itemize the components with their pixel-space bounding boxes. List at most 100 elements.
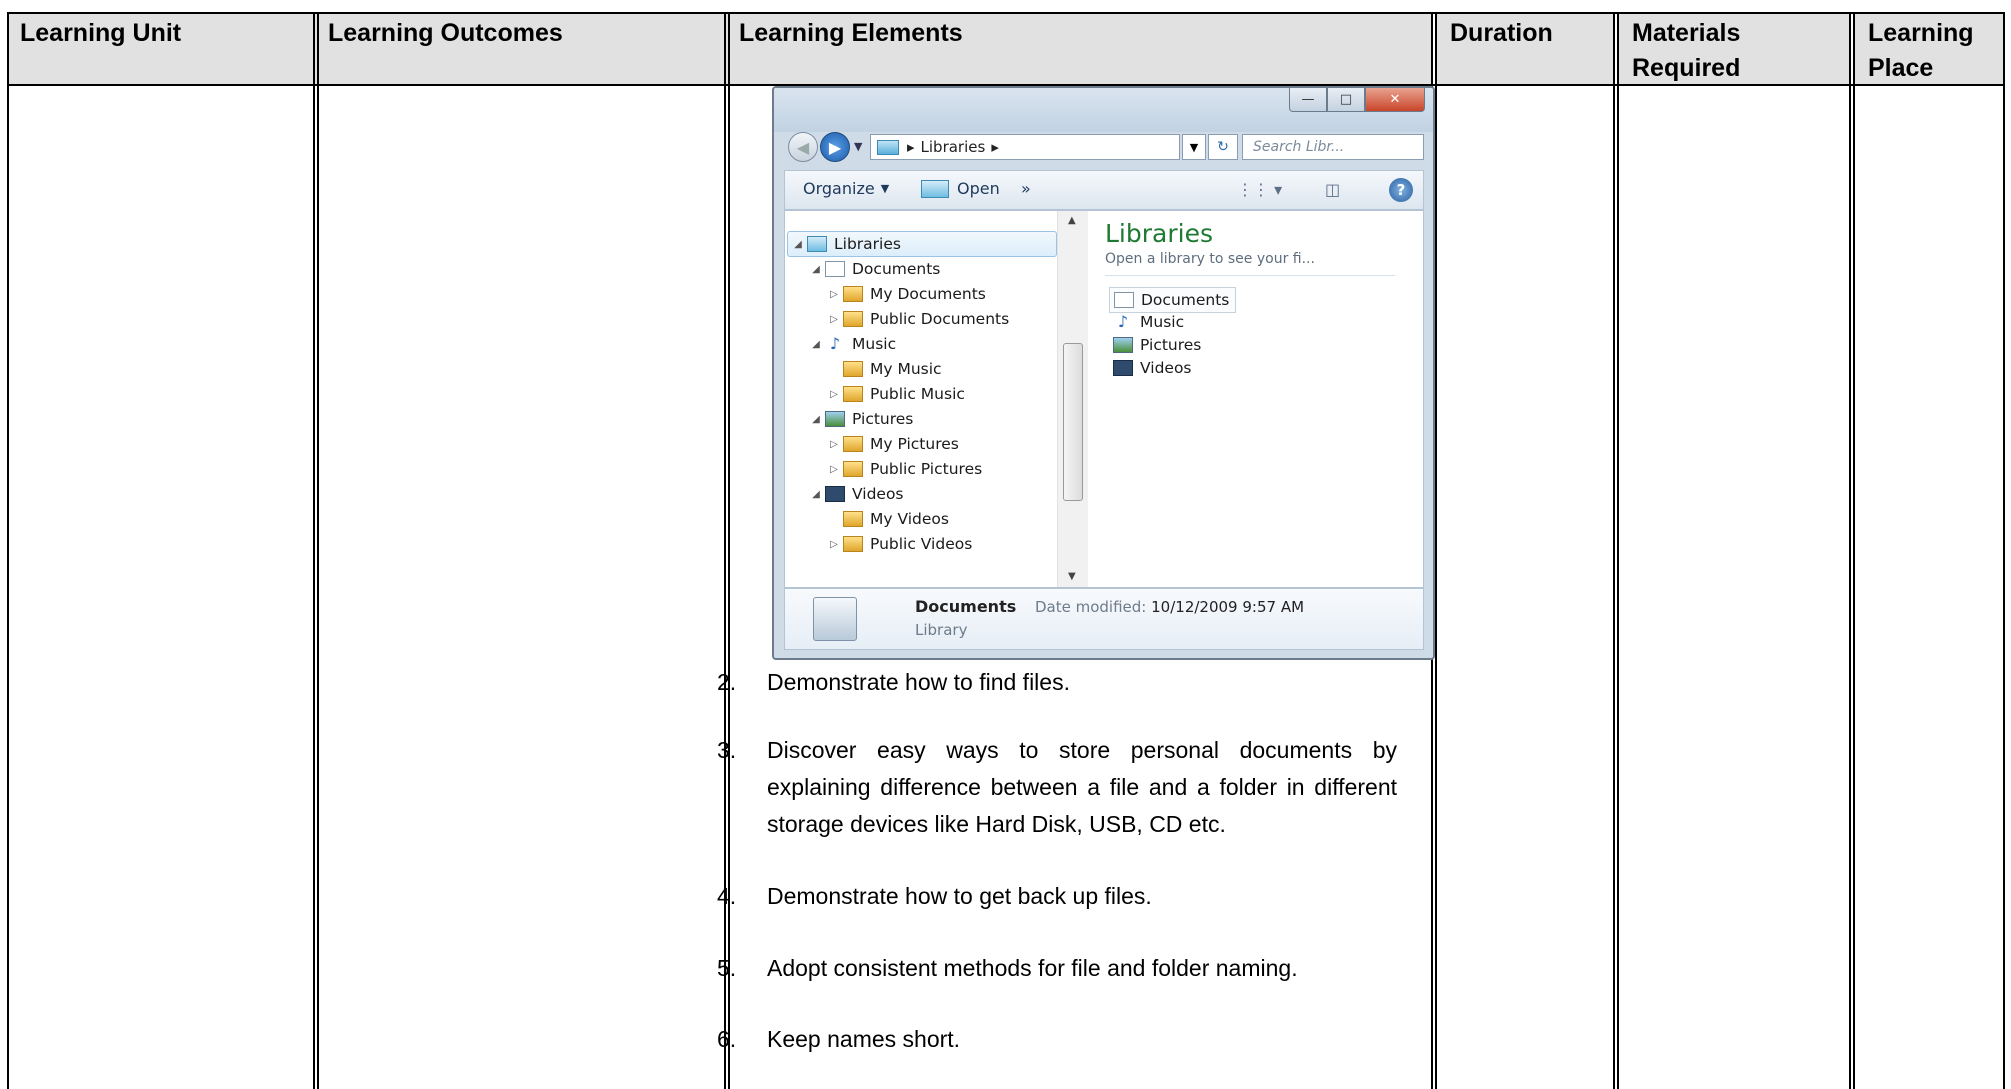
column-divider — [1853, 12, 1855, 1089]
details-type: Library — [915, 621, 968, 639]
library-item-label: Videos — [1140, 359, 1192, 377]
details-pane: Documents Date modified: 10/12/2009 9:57… — [784, 588, 1424, 650]
list-item: 4. Demonstrate how to get back up files. — [717, 878, 1397, 915]
column-divider — [7, 12, 9, 1089]
tree-item-my-videos[interactable]: My Videos — [827, 507, 949, 531]
tree-item-label: Documents — [852, 260, 941, 278]
folder-icon — [843, 311, 863, 327]
scroll-down-icon[interactable]: ▼ — [1068, 571, 1076, 582]
address-text: Libraries — [920, 138, 986, 156]
list-item: 6. Keep names short. — [717, 1021, 1397, 1058]
forward-arrow-icon[interactable]: ▶ — [820, 132, 850, 162]
view-options-icon[interactable]: ⋮⋮ ▾ — [1237, 180, 1282, 199]
tree-item-label: My Documents — [870, 285, 986, 303]
organize-button[interactable]: Organize ▼ — [803, 179, 889, 198]
chevron-down-icon: ▼ — [880, 182, 890, 195]
header-learning-outcomes: Learning Outcomes — [315, 12, 724, 86]
collapsed-arrow-icon[interactable]: ▷ — [827, 289, 841, 300]
address-bar[interactable]: ▸ Libraries ▸ — [870, 134, 1180, 160]
collapsed-arrow-icon[interactable]: ▷ — [827, 314, 841, 325]
music-note-icon: ♪ — [829, 334, 841, 353]
tree-item-label: My Music — [870, 360, 942, 378]
tree-item-public-music[interactable]: ▷ Public Music — [827, 382, 965, 406]
tree-item-pictures[interactable]: ◢ Pictures — [809, 407, 913, 431]
list-text: Discover easy ways to store personal doc… — [767, 737, 1397, 837]
maximize-icon[interactable]: □ — [1327, 88, 1365, 112]
list-item: 5. Adopt consistent methods for file and… — [717, 950, 1397, 987]
header-duration: Duration — [1437, 12, 1613, 86]
expanded-arrow-icon[interactable]: ◢ — [791, 239, 805, 250]
scrollbar-thumb[interactable] — [1063, 343, 1083, 501]
library-item-music[interactable]: ♪ Music — [1109, 310, 1184, 334]
pictures-library-icon — [1113, 337, 1133, 353]
back-arrow-icon[interactable]: ◀ — [788, 132, 818, 162]
collapsed-arrow-icon[interactable]: ▷ — [827, 439, 841, 450]
library-item-label: Documents — [1141, 291, 1230, 309]
list-item: 3. Discover easy ways to store personal … — [717, 732, 1397, 843]
open-button[interactable]: Open — [921, 179, 1000, 198]
expanded-arrow-icon[interactable]: ◢ — [809, 489, 823, 500]
expanded-arrow-icon[interactable]: ◢ — [809, 339, 823, 350]
collapsed-arrow-icon[interactable]: ▷ — [827, 464, 841, 475]
column-divider — [724, 12, 726, 1089]
pane-subtitle: Open a library to see your fi... — [1105, 251, 1315, 267]
tree-item-label: Public Documents — [870, 310, 1010, 328]
folder-icon — [843, 286, 863, 302]
folder-icon — [843, 436, 863, 452]
column-divider — [1849, 12, 1851, 1089]
library-icon — [807, 236, 827, 252]
tree-item-my-pictures[interactable]: ▷ My Pictures — [827, 432, 959, 456]
tree-item-my-music[interactable]: My Music — [827, 357, 942, 381]
library-item-videos[interactable]: Videos — [1109, 356, 1192, 380]
pane-divider — [1105, 275, 1395, 276]
search-input[interactable]: Search Libr... — [1242, 134, 1424, 160]
folder-icon — [843, 511, 863, 527]
navigation-scrollbar[interactable]: ▲ ▼ — [1057, 211, 1088, 587]
collapsed-arrow-icon[interactable]: ▷ — [827, 539, 841, 550]
header-learning-place: Learning Place — [1855, 12, 2005, 86]
tree-item-videos[interactable]: ◢ Videos — [809, 482, 904, 506]
refresh-icon[interactable]: ↻ — [1208, 134, 1238, 160]
tree-item-public-pictures[interactable]: ▷ Public Pictures — [827, 457, 982, 481]
address-dropdown-icon[interactable]: ▼ — [1182, 134, 1206, 160]
organize-label: Organize — [803, 179, 875, 198]
column-divider — [728, 12, 730, 1089]
list-text: Demonstrate how to get back up files. — [767, 883, 1152, 909]
library-item-label: Music — [1140, 313, 1185, 331]
recent-pages-dropdown-icon[interactable]: ▼ — [854, 140, 862, 153]
expanded-arrow-icon[interactable]: ◢ — [809, 264, 823, 275]
scroll-up-icon[interactable]: ▲ — [1068, 215, 1076, 226]
tree-item-my-documents[interactable]: ▷ My Documents — [827, 282, 986, 306]
folder-icon — [843, 536, 863, 552]
minimize-icon[interactable]: — — [1289, 88, 1327, 112]
collapsed-arrow-icon[interactable]: ▷ — [827, 389, 841, 400]
content-pane: Libraries Open a library to see your fi.… — [1091, 211, 1423, 587]
header-learning-elements: Learning Elements — [726, 12, 1431, 86]
explorer-toolbar: Organize ▼ Open » ⋮⋮ ▾ ◫ ? — [784, 170, 1424, 210]
tree-item-label: Public Videos — [870, 535, 973, 553]
documents-library-icon — [1114, 292, 1134, 308]
tree-item-documents[interactable]: ◢ Documents — [809, 257, 940, 281]
tree-item-libraries[interactable]: ◢ Libraries — [791, 232, 901, 256]
library-item-label: Pictures — [1140, 336, 1202, 354]
tree-item-public-documents[interactable]: ▷ Public Documents — [827, 307, 1009, 331]
expanded-arrow-icon[interactable]: ◢ — [809, 414, 823, 425]
tree-item-label: Pictures — [852, 410, 914, 428]
more-commands-button[interactable]: » — [1021, 179, 1031, 198]
tree-item-music[interactable]: ◢ ♪ Music — [809, 332, 896, 356]
tree-item-label: Music — [852, 335, 897, 353]
breadcrumb-separator-icon: ▸ — [991, 138, 999, 156]
header-materials-required: Materials Required — [1619, 12, 1849, 86]
list-number: 2. — [717, 669, 737, 695]
folder-icon — [843, 361, 863, 377]
breadcrumb-separator-icon: ▸ — [907, 138, 915, 156]
list-number: 5. — [717, 955, 737, 981]
library-item-pictures[interactable]: Pictures — [1109, 333, 1201, 357]
help-icon[interactable]: ? — [1389, 178, 1413, 202]
tree-item-label: Public Pictures — [870, 460, 983, 478]
close-icon[interactable]: ✕ — [1365, 88, 1425, 112]
preview-pane-icon[interactable]: ◫ — [1325, 180, 1340, 199]
tree-item-label: Videos — [852, 485, 904, 503]
tree-item-label: My Pictures — [870, 435, 959, 453]
tree-item-public-videos[interactable]: ▷ Public Videos — [827, 532, 972, 556]
